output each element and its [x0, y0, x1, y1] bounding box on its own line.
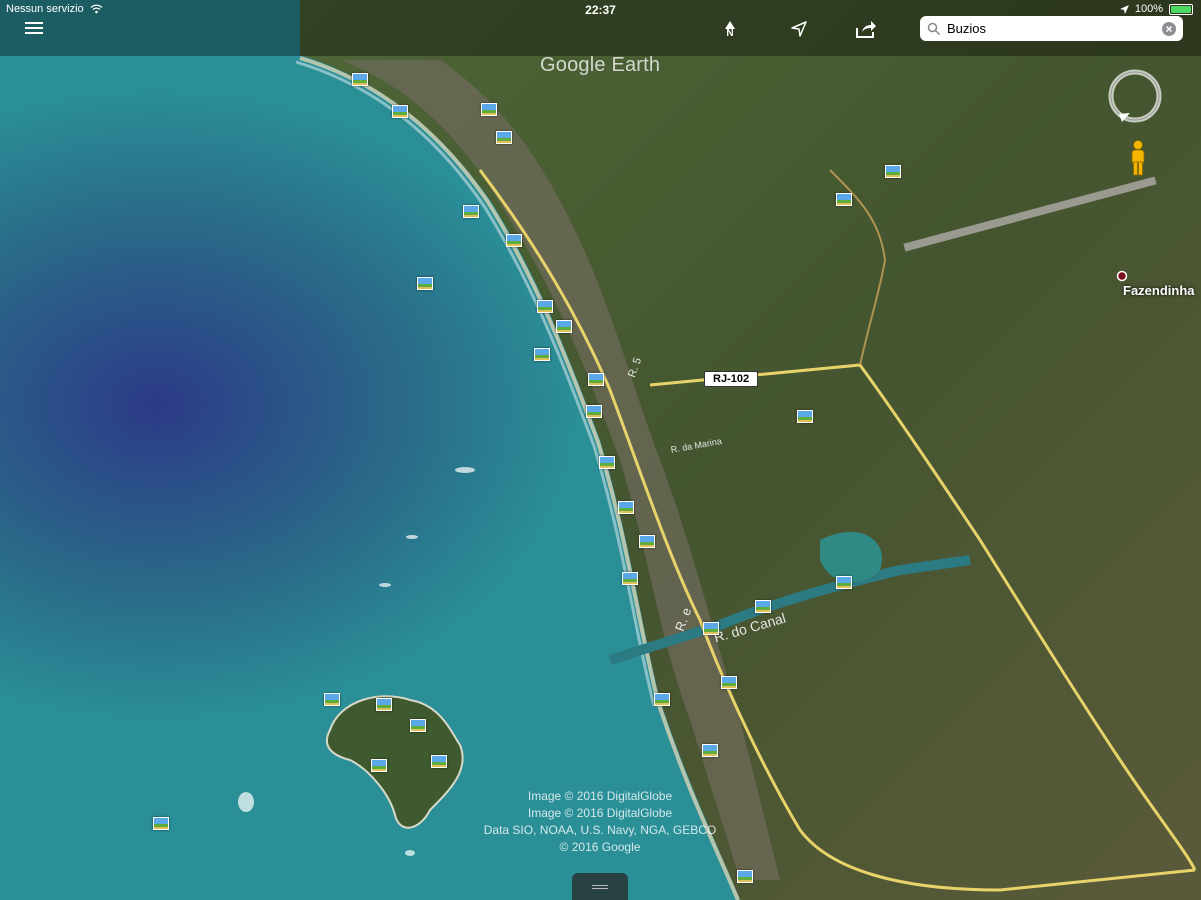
menu-button[interactable] — [20, 17, 48, 39]
clear-icon[interactable] — [1162, 21, 1176, 36]
photo-icon[interactable] — [324, 693, 340, 706]
compass-icon[interactable] — [1106, 67, 1164, 125]
status-bar: Nessun servizio 22:37 100% — [0, 0, 1201, 20]
photo-icon[interactable] — [534, 348, 550, 361]
photo-icon[interactable] — [556, 320, 572, 333]
battery-fill — [1171, 5, 1191, 13]
photo-icon[interactable] — [836, 576, 852, 589]
search-input[interactable] — [945, 20, 1149, 37]
road-shield-rj102: RJ-102 — [704, 371, 759, 387]
photo-icon[interactable] — [702, 744, 718, 757]
photo-icon[interactable] — [153, 817, 169, 830]
photo-icon[interactable] — [537, 300, 553, 313]
photo-icon[interactable] — [703, 622, 719, 635]
north-label: N — [726, 28, 734, 39]
north-button[interactable]: N — [718, 18, 742, 42]
photo-icon[interactable] — [755, 600, 771, 613]
photo-icon[interactable] — [506, 234, 522, 247]
photo-icon[interactable] — [622, 572, 638, 585]
my-location-icon — [791, 21, 807, 37]
place-label-fazendinha[interactable]: Fazendinha — [1123, 283, 1195, 298]
photo-icon[interactable] — [376, 698, 392, 711]
location-arrow-icon — [1119, 4, 1129, 14]
pegman-icon[interactable] — [1130, 140, 1146, 176]
photo-icon[interactable] — [410, 719, 426, 732]
brand-watermark: Google Earth — [540, 54, 661, 76]
photo-icon[interactable] — [639, 535, 655, 548]
photo-icon[interactable] — [496, 131, 512, 144]
photo-icon[interactable] — [599, 456, 615, 469]
photo-icon[interactable] — [885, 165, 901, 178]
clock: 22:37 — [585, 3, 616, 17]
photo-icon[interactable] — [392, 105, 408, 118]
battery-icon — [1169, 3, 1193, 15]
photo-icon[interactable] — [586, 405, 602, 418]
photo-icon[interactable] — [463, 205, 479, 218]
map-view[interactable] — [0, 0, 1201, 900]
photo-icon[interactable] — [352, 73, 368, 86]
photo-icon[interactable] — [431, 755, 447, 768]
attribution-line: Image © 2016 DigitalGlobe — [527, 789, 673, 803]
place-marker-icon[interactable] — [1116, 270, 1128, 282]
attribution-line: © 2016 Google — [559, 840, 641, 854]
photo-icon[interactable] — [417, 277, 433, 290]
share-icon — [856, 21, 876, 38]
menu-icon — [25, 22, 43, 34]
photo-icon[interactable] — [836, 193, 852, 206]
photo-icon[interactable] — [618, 501, 634, 514]
photo-icon[interactable] — [654, 693, 670, 706]
battery-percent: 100% — [1134, 3, 1163, 15]
photo-icon[interactable] — [371, 759, 387, 772]
photo-icon[interactable] — [797, 410, 813, 423]
attribution: Image © 2016 DigitalGlobe Image © 2016 D… — [430, 788, 770, 856]
photo-icon[interactable] — [737, 870, 753, 883]
drawer-handle[interactable] — [572, 873, 628, 900]
photo-icon[interactable] — [721, 676, 737, 689]
attribution-line: Image © 2016 DigitalGlobe — [527, 806, 673, 820]
photo-icon[interactable] — [588, 373, 604, 386]
attribution-line: Data SIO, NOAA, U.S. Navy, NGA, GEBCO — [483, 823, 717, 837]
search-icon — [927, 22, 941, 35]
photo-icon[interactable] — [481, 103, 497, 116]
